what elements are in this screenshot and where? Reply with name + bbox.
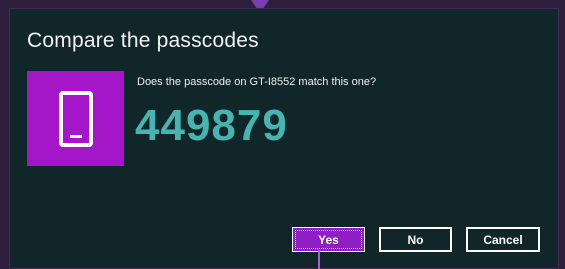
passcode-prompt: Does the passcode on GT-I8552 match this… bbox=[137, 76, 377, 88]
dialog-title: Compare the passcodes bbox=[27, 29, 259, 52]
passcode-value: 449879 bbox=[135, 101, 288, 150]
device-tile bbox=[27, 71, 124, 166]
phone-icon bbox=[58, 90, 93, 147]
compare-passcodes-dialog: Compare the passcodes Does the passcode … bbox=[9, 8, 559, 269]
cancel-button[interactable]: Cancel bbox=[466, 227, 540, 252]
focus-indicator bbox=[318, 250, 320, 269]
yes-button[interactable]: Yes bbox=[292, 227, 365, 252]
no-button[interactable]: No bbox=[379, 227, 452, 252]
